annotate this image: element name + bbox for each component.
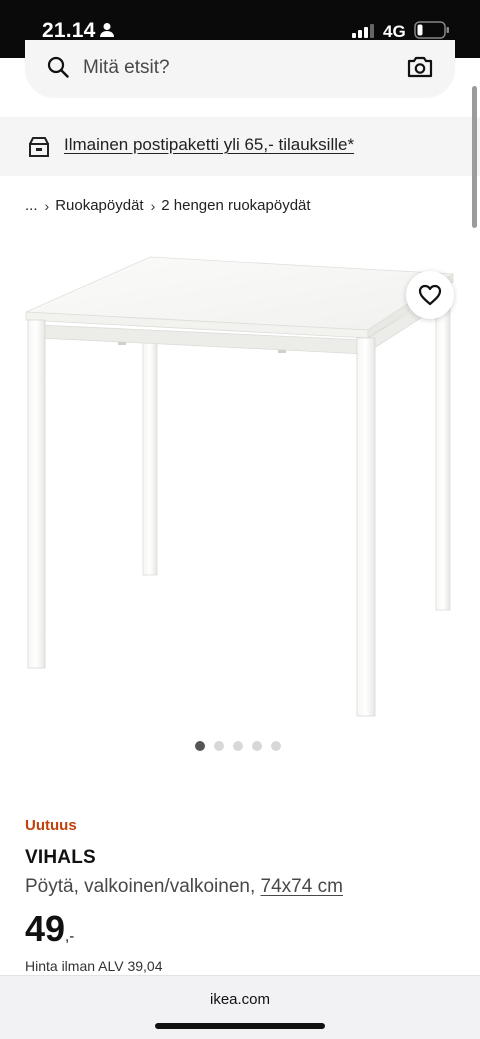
search-icon[interactable] — [47, 56, 69, 83]
product-type: Pöytä, valkoinen/valkoinen, — [25, 876, 256, 897]
home-indicator[interactable] — [155, 1023, 325, 1029]
new-badge: Uutuus — [25, 817, 77, 834]
breadcrumb-item-2-hengen[interactable]: 2 hengen ruokapöydät — [161, 197, 310, 214]
network-label: 4G — [383, 22, 406, 41]
breadcrumb: ... › Ruokapöydät › 2 hengen ruokapöydät — [25, 197, 311, 214]
carousel-dots — [195, 741, 281, 751]
carousel-dot-5[interactable] — [271, 741, 281, 751]
heart-icon — [418, 284, 442, 306]
breadcrumb-ellipsis[interactable]: ... — [25, 197, 38, 214]
carousel-dot-1[interactable] — [195, 741, 205, 751]
chevron-right-icon: › — [44, 197, 50, 214]
price-without-vat: Hinta ilman ALV 39,04 — [25, 958, 163, 974]
delivery-banner[interactable]: Ilmainen postipaketti yli 65,- tilauksil… — [0, 117, 480, 176]
product-size-link[interactable]: 74x74 cm — [261, 876, 343, 897]
price-main: 49 — [25, 908, 66, 949]
product-price: 49,- — [25, 908, 74, 950]
breadcrumb-item-ruokapoydat[interactable]: Ruokapöydät — [55, 197, 143, 214]
carousel-dot-2[interactable] — [214, 741, 224, 751]
carousel-dot-3[interactable] — [233, 741, 243, 751]
search-input[interactable]: Mitä etsit? — [83, 57, 170, 79]
delivery-box-icon — [28, 136, 50, 163]
delivery-banner-link[interactable]: Ilmainen postipaketti yli 65,- tilauksil… — [64, 135, 354, 155]
camera-icon[interactable] — [407, 55, 433, 84]
url-text[interactable]: ikea.com — [0, 991, 480, 1008]
carousel-dot-4[interactable] — [252, 741, 262, 751]
scrollbar[interactable] — [472, 86, 477, 228]
product-name: VIHALS — [25, 847, 96, 868]
browser-url-bar[interactable]: ikea.com — [0, 975, 480, 1039]
chevron-right-icon: › — [150, 197, 156, 214]
search-bar[interactable]: Mitä etsit? — [25, 40, 455, 98]
wishlist-button[interactable] — [406, 271, 454, 319]
price-suffix: ,- — [65, 928, 75, 945]
product-description: Pöytä, valkoinen/valkoinen, 74x74 cm — [25, 876, 343, 898]
